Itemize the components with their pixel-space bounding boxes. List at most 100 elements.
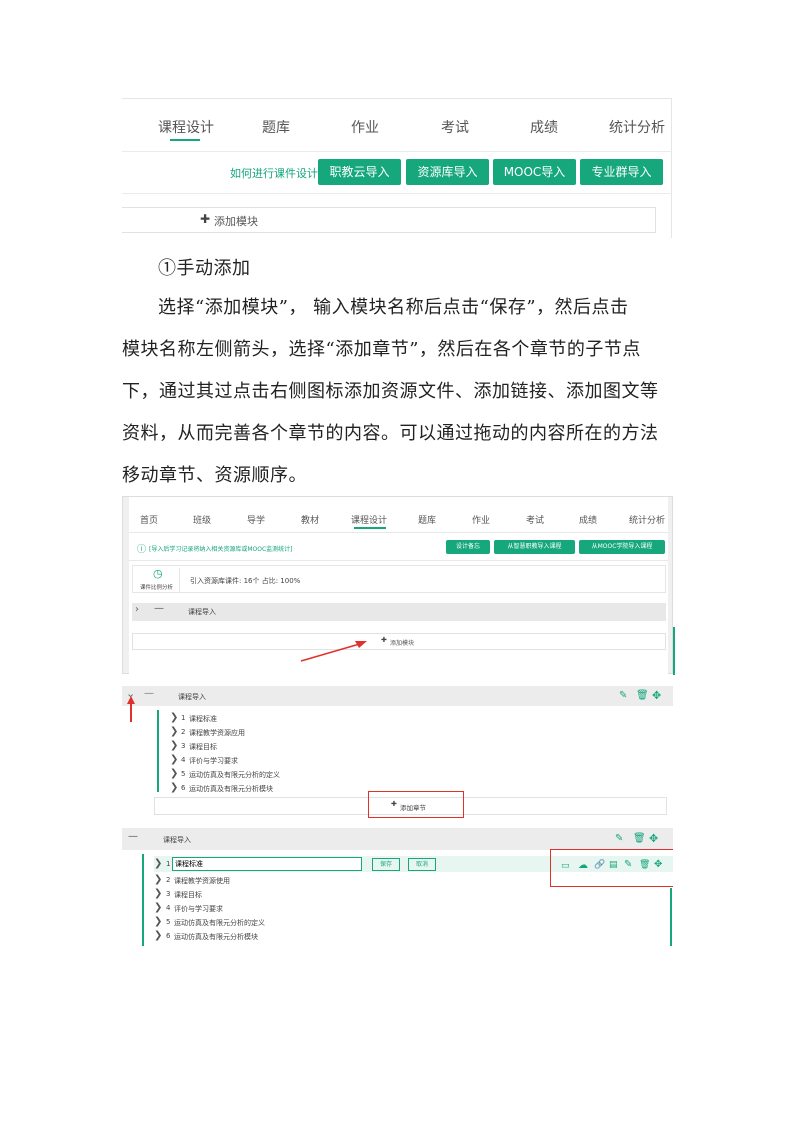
chapter-title[interactable]: 运动仿真及有限元分析模块 xyxy=(189,784,273,794)
divider xyxy=(122,151,672,152)
highlight-box: ✚ 添加章节 xyxy=(368,791,464,818)
paragraph-line: 资料，从而完善各个章节的内容。可以通过拖动的内容所在的方法 xyxy=(122,423,659,444)
chevron-right-icon[interactable]: ❯ xyxy=(170,740,178,751)
paragraph-line: 移动章节、资源顺序。 xyxy=(122,465,307,486)
chapter-number: 3 xyxy=(181,742,186,750)
chapter-title[interactable]: 课程目标 xyxy=(189,742,217,752)
module-name: 课程导入 xyxy=(178,693,206,701)
chevron-right-icon[interactable]: ❯ xyxy=(154,888,162,899)
plus-icon: ✚ xyxy=(200,212,211,226)
chapter-title[interactable]: 运动仿真及有限元分析的定义 xyxy=(189,770,280,780)
chevron-right-icon[interactable]: ❯ xyxy=(154,916,162,927)
edit-icon[interactable]: ✎ xyxy=(624,859,632,870)
add-module-bar[interactable]: ✚ 添加模块 xyxy=(122,207,656,233)
link-icon[interactable]: 🔗 xyxy=(594,860,605,870)
screenshot-course-design-header: 课程设计 题库 作业 考试 成绩 统计分析 如何进行课件设计？ 职教云导入 资源… xyxy=(122,98,672,238)
edit-icon[interactable]: ✎ xyxy=(615,833,623,844)
add-module-label: 添加模块 xyxy=(214,215,258,228)
drag-handle[interactable]: — xyxy=(144,688,154,699)
cancel-button[interactable]: 取消 xyxy=(408,858,436,871)
upload-cloud-icon[interactable]: ☁ xyxy=(578,860,588,871)
paragraph-line: 下，通过其过点击右侧图标添加资源文件、添加链接、添加图文等 xyxy=(122,381,659,402)
save-button[interactable]: 保存 xyxy=(372,858,400,871)
tab-homework[interactable]: 作业 xyxy=(351,117,379,137)
chapter-title[interactable]: 评价与学习要求 xyxy=(174,904,223,914)
tab-exam[interactable]: 考试 xyxy=(526,513,544,526)
add-module-bar[interactable]: ✚ 添加模块 xyxy=(132,633,666,650)
chevron-right-icon[interactable]: ❯ xyxy=(170,768,178,779)
clock-icon: ◷ xyxy=(153,567,163,580)
module-name: 课程导入 xyxy=(163,836,191,844)
tab-guide[interactable]: 导学 xyxy=(247,513,265,526)
tab-class[interactable]: 班级 xyxy=(193,513,211,526)
chevron-right-icon[interactable]: ❯ xyxy=(170,726,178,737)
chapter-number: 5 xyxy=(166,918,171,926)
screenshot-module-chapters: ⌄ — 课程导入 ✎ 🗑 ✥ ❯ 1 课程标准 ❯ 2 课程教学资源应用 ❯ 3… xyxy=(122,684,673,822)
chevron-right-icon[interactable]: ❯ xyxy=(154,930,162,941)
tab-course-design[interactable]: 课程设计 xyxy=(158,117,214,137)
chapter-title[interactable]: 课程教学资源使用 xyxy=(174,876,230,886)
chapter-title[interactable]: 运动仿真及有限元分析模块 xyxy=(174,932,258,942)
stats-text: 引入资源库课件: 16个 占比: 100% xyxy=(190,577,301,585)
tab-question-bank[interactable]: 题库 xyxy=(418,513,436,526)
trash-icon[interactable]: 🗑 xyxy=(639,860,650,870)
chevron-right-icon[interactable]: ❯ xyxy=(170,754,178,765)
help-link[interactable]: 如何进行课件设计？ xyxy=(230,165,329,181)
module-row[interactable]: › — 课程导入 xyxy=(132,603,666,621)
chapter-title[interactable]: 课程教学资源应用 xyxy=(189,728,245,738)
chevron-right-icon[interactable]: › xyxy=(135,604,139,615)
trash-icon[interactable]: 🗑 xyxy=(636,690,649,701)
chevron-right-icon[interactable]: ❯ xyxy=(170,782,178,793)
chapter-number: 6 xyxy=(166,932,171,940)
edit-icon[interactable]: ✎ xyxy=(619,690,627,701)
import-resource-library-button[interactable]: 资源库导入 xyxy=(406,159,489,185)
scroll-indicator xyxy=(673,627,675,675)
tab-scores[interactable]: 成绩 xyxy=(579,513,597,526)
tab-scores[interactable]: 成绩 xyxy=(530,117,558,137)
add-chapter-label[interactable]: 添加章节 xyxy=(400,802,426,812)
import-mooc-button[interactable]: MOOC导入 xyxy=(493,159,576,185)
tab-course-design[interactable]: 课程设计 xyxy=(351,513,387,526)
chapter-number: 1 xyxy=(166,860,171,868)
tab-textbook[interactable]: 教材 xyxy=(301,513,319,526)
drag-handle[interactable]: — xyxy=(154,603,164,614)
tab-home[interactable]: 首页 xyxy=(140,513,158,526)
highlight-box: ▭ ☁ 🔗 ▤ ✎ 🗑 ✥ xyxy=(550,849,673,887)
tab-statistics[interactable]: 统计分析 xyxy=(629,513,665,526)
tab-question-bank[interactable]: 题库 xyxy=(262,117,290,137)
tab-homework[interactable]: 作业 xyxy=(472,513,490,526)
tab-statistics[interactable]: 统计分析 xyxy=(609,117,665,137)
import-from-zhihuizhijiao-button[interactable]: 从智慧职教导入课程 xyxy=(494,540,575,554)
drag-handle[interactable]: — xyxy=(128,831,138,842)
import-from-mooc-button[interactable]: 从MOOC学院导入课程 xyxy=(579,540,665,554)
chapter-title[interactable]: 课程目标 xyxy=(174,890,202,900)
add-module-label: 添加模块 xyxy=(390,640,415,647)
chevron-right-icon[interactable]: ❯ xyxy=(154,902,162,913)
move-icon[interactable]: ✥ xyxy=(649,832,658,845)
tree-line xyxy=(142,854,144,946)
module-row[interactable]: ⌄ — 课程导入 ✎ 🗑 ✥ xyxy=(122,686,673,706)
trash-icon[interactable]: 🗑 xyxy=(633,833,646,844)
chevron-right-icon[interactable]: ❯ xyxy=(154,874,162,885)
design-memo-button[interactable]: 设计备忘 xyxy=(446,540,490,554)
chapter-title[interactable]: 课程标准 xyxy=(189,714,217,724)
divider xyxy=(179,568,180,592)
folder-icon[interactable]: ▭ xyxy=(561,861,570,871)
import-zhijiaoyun-button[interactable]: 职教云导入 xyxy=(318,159,401,185)
scroll-indicator xyxy=(670,888,672,946)
chapter-number: 2 xyxy=(181,728,186,736)
chapter-number: 5 xyxy=(181,770,186,778)
move-icon[interactable]: ✥ xyxy=(652,689,661,702)
import-major-group-button[interactable]: 专业群导入 xyxy=(580,159,663,185)
chevron-right-icon[interactable]: ❯ xyxy=(170,712,178,723)
module-name: 课程导入 xyxy=(188,608,216,616)
chevron-right-icon[interactable]: ❯ xyxy=(154,858,162,869)
active-tab-underline xyxy=(170,139,200,141)
move-icon[interactable]: ✥ xyxy=(654,859,662,870)
chapter-name-input[interactable] xyxy=(172,857,362,871)
document-icon[interactable]: ▤ xyxy=(609,860,618,870)
chapter-title[interactable]: 评价与学习要求 xyxy=(189,756,238,766)
tab-exam[interactable]: 考试 xyxy=(441,117,469,137)
chapter-title[interactable]: 运动仿真及有限元分析的定义 xyxy=(174,918,265,928)
module-row[interactable]: — 课程导入 ✎ 🗑 ✥ xyxy=(122,828,673,850)
